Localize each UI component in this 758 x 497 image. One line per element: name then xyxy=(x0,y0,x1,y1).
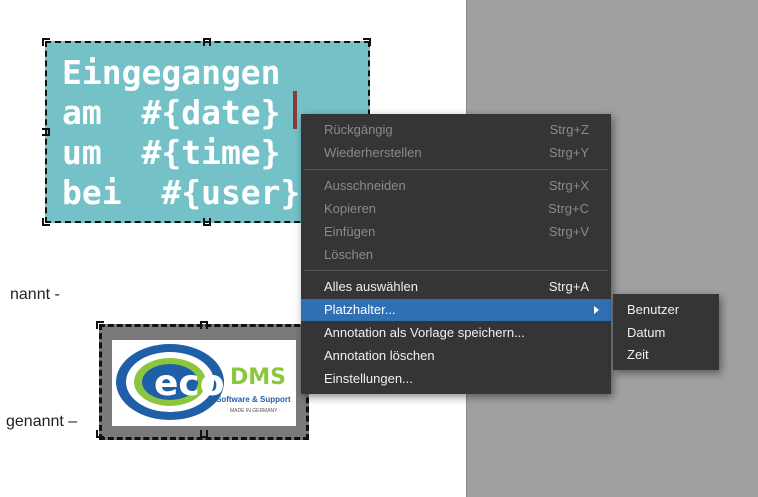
placeholder-submenu: Benutzer Datum Zeit xyxy=(613,294,719,370)
menu-item-delete[interactable]: Löschen xyxy=(301,244,611,266)
menu-item-copy[interactable]: Kopieren Strg+C xyxy=(301,198,611,220)
submenu-item-date[interactable]: Datum xyxy=(627,322,665,344)
document-text-fragment-2: genannt – xyxy=(6,413,78,430)
submenu-item-time[interactable]: Zeit xyxy=(627,344,649,366)
document-text-fragment: nannt - xyxy=(10,286,60,303)
resize-handle-top-right[interactable] xyxy=(363,38,371,46)
menu-item-paste[interactable]: Einfügen Strg+V xyxy=(301,221,611,243)
ecodms-logo: eco DMS Software & Support MADE IN GERMA… xyxy=(112,340,296,426)
menu-item-redo[interactable]: Wiederherstellen Strg+Y xyxy=(301,142,611,164)
text-caret xyxy=(293,91,297,129)
annotation-text[interactable]: Eingegangen am #{date} um #{time} bei #{… xyxy=(62,53,300,213)
resize-handle-bottom[interactable] xyxy=(203,218,211,226)
menu-item-delete-annotation[interactable]: Annotation löschen xyxy=(301,345,611,367)
logo-dms: DMS xyxy=(230,365,286,390)
annotation-line: bei #{user} xyxy=(62,173,301,212)
submenu-arrow-icon xyxy=(594,306,599,314)
resize-handle-bottom-left[interactable] xyxy=(42,218,50,226)
menu-item-select-all[interactable]: Alles auswählen Strg+A xyxy=(301,276,611,298)
menu-item-settings[interactable]: Einstellungen... xyxy=(301,368,611,390)
logo-letter-e: eco xyxy=(154,363,225,404)
menu-item-placeholder[interactable]: Platzhalter... xyxy=(301,299,611,321)
menu-separator xyxy=(304,270,608,271)
submenu-item-user[interactable]: Benutzer xyxy=(627,299,679,321)
menu-item-undo[interactable]: Rückgängig Strg+Z xyxy=(301,119,611,141)
context-menu: Rückgängig Strg+Z Wiederherstellen Strg+Y … xyxy=(301,114,611,394)
image-handle-top-left[interactable] xyxy=(96,321,104,329)
menu-item-save-template[interactable]: Annotation als Vorlage speichern... xyxy=(301,322,611,344)
menu-item-cut[interactable]: Ausschneiden Strg+X xyxy=(301,175,611,197)
annotation-line: am #{date} xyxy=(62,93,281,132)
image-handle-bottom[interactable] xyxy=(200,430,208,438)
resize-handle-top[interactable] xyxy=(203,38,211,46)
annotation-line: Eingegangen xyxy=(62,53,281,92)
ecodms-logo-graphic: eco DMS Software & Support MADE IN GERMA… xyxy=(116,344,291,420)
annotation-line: um #{time} xyxy=(62,133,281,172)
image-handle-top[interactable] xyxy=(200,321,208,329)
resize-handle-top-left[interactable] xyxy=(42,38,50,46)
resize-handle-left[interactable] xyxy=(42,128,50,136)
logo-subline: MADE IN GERMANY xyxy=(230,408,278,414)
logo-tagline: Software & Support xyxy=(216,395,291,404)
menu-separator xyxy=(304,169,608,170)
image-handle-bottom-left[interactable] xyxy=(96,430,104,438)
